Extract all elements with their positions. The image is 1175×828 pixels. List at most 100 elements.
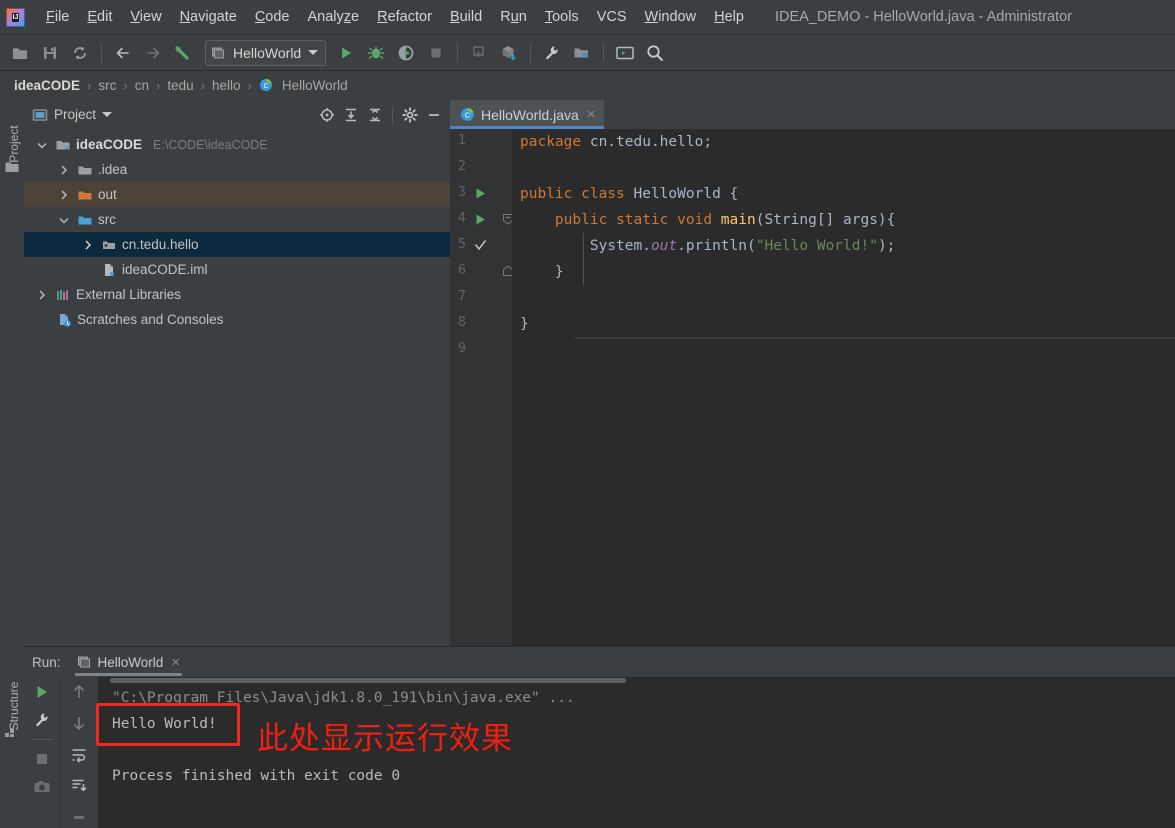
breadcrumb-item-1[interactable]: src [94, 78, 120, 93]
tree-row-idea[interactable]: .idea [24, 157, 450, 182]
tree-row-external-libraries[interactable]: External Libraries [24, 282, 450, 307]
chevron-down-icon[interactable] [102, 112, 113, 117]
menu-run[interactable]: Run [491, 6, 536, 28]
close-icon[interactable]: × [585, 107, 596, 122]
collapse-all-icon[interactable] [365, 105, 385, 125]
project-tool-window-icon[interactable] [4, 159, 20, 175]
refresh-icon[interactable] [66, 40, 94, 66]
menu-build[interactable]: Build [441, 6, 491, 28]
run-icon[interactable] [332, 40, 360, 66]
breadcrumb-item-4[interactable]: hello [208, 78, 245, 93]
tree-row-iml-file[interactable]: ideaCODE.iml [24, 257, 450, 282]
gutter-line: 1 [450, 129, 512, 155]
last-edit-location-icon[interactable] [169, 40, 197, 66]
rerun-icon[interactable] [31, 681, 53, 703]
annotation-text: 此处显示运行效果 [257, 721, 513, 757]
chevron-right-icon[interactable] [56, 162, 72, 178]
code-line-8: } [520, 311, 1175, 337]
toolbar-separator-2 [457, 43, 459, 62]
search-everywhere-icon[interactable] [641, 40, 669, 66]
editor-gutter[interactable]: 1 2 3 4 5 6 7 8 9 [450, 129, 513, 647]
editor-vertical-scrollbar[interactable] [1166, 129, 1175, 647]
chevron-down-icon[interactable] [56, 212, 72, 228]
arrow-right-icon[interactable] [139, 40, 167, 66]
breadcrumb-item-0[interactable]: ideaCODE [10, 78, 84, 93]
arrow-left-icon[interactable] [109, 40, 137, 66]
run-configuration-selector[interactable]: HelloWorld [205, 39, 327, 66]
terminal-icon[interactable] [611, 40, 639, 66]
scroll-to-end-icon[interactable] [68, 775, 90, 796]
expand-all-icon[interactable] [341, 105, 361, 125]
open-folder-icon[interactable] [6, 40, 34, 66]
app-logo-text: IJ [11, 12, 20, 22]
menu-code[interactable]: Code [246, 6, 299, 28]
menu-tools[interactable]: Tools [536, 6, 588, 28]
tab-helloworld-java[interactable]: C HelloWorld.java × [450, 100, 604, 129]
stop-icon [422, 40, 450, 66]
chevron-right-icon[interactable] [56, 187, 72, 203]
menu-window[interactable]: Window [636, 6, 706, 28]
build-artifact-icon[interactable] [495, 40, 523, 66]
structure-tool-window-icon[interactable] [4, 724, 20, 740]
chevron-right-icon[interactable] [80, 237, 96, 253]
menu-navigate[interactable]: Navigate [171, 6, 246, 28]
menu-refactor[interactable]: Refactor [368, 6, 441, 28]
token-plain: .println( [677, 238, 756, 254]
breadcrumb-item-3[interactable]: tedu [163, 78, 197, 93]
hide-panel-icon[interactable] [424, 105, 444, 125]
tree-label: src [98, 212, 116, 227]
menu-view[interactable]: View [121, 6, 170, 28]
java-class-icon: C [461, 108, 474, 121]
folder-source-icon [77, 212, 93, 228]
run-class-gutter-icon[interactable] [474, 187, 487, 200]
tree-row-src[interactable]: src [24, 207, 450, 232]
console-line-command: "C:\Program Files\Java\jdk1.8.0_191\bin\… [112, 690, 575, 706]
print-icon[interactable] [68, 807, 90, 828]
run-config-icon [212, 47, 224, 58]
menu-edit[interactable]: Edit [78, 6, 121, 28]
token-plain: System. [520, 238, 651, 254]
chevron-down-icon[interactable] [34, 137, 50, 153]
chevron-down-icon[interactable] [308, 50, 319, 55]
project-structure-icon[interactable] [568, 40, 596, 66]
run-method-gutter-icon[interactable] [474, 213, 487, 226]
wrench-settings-icon[interactable] [538, 40, 566, 66]
debug-bug-icon[interactable] [362, 40, 390, 66]
breadcrumb-item-2[interactable]: cn [131, 78, 153, 93]
menu-vcs[interactable]: VCS [588, 6, 636, 28]
arrow-up-icon[interactable] [68, 681, 90, 702]
run-with-coverage-icon[interactable] [392, 40, 420, 66]
tree-row-idea-code[interactable]: ideaCODE E:\CODE\ideaCODE [24, 132, 450, 157]
run-tab-underline [74, 673, 183, 676]
gutter-line: 5 [450, 233, 512, 259]
wrench-icon[interactable] [31, 709, 53, 731]
tree-label: External Libraries [76, 287, 182, 302]
menu-analyze[interactable]: Analyze [299, 6, 369, 28]
close-icon[interactable]: × [169, 655, 180, 670]
tree-row-package-cn-tedu-hello[interactable]: cn.tedu.hello [24, 232, 450, 257]
scroll-from-source-icon[interactable] [317, 105, 337, 125]
save-icon[interactable] [36, 40, 64, 66]
arrow-down-icon[interactable] [68, 712, 90, 733]
breadcrumb-item-5[interactable]: HelloWorld [278, 78, 352, 93]
run-tab-helloworld[interactable]: HelloWorld × [71, 648, 187, 676]
run-panel-horizontal-scrollbar[interactable] [110, 678, 626, 683]
run-tool-window: Run: HelloWorld × "C:\Program Files\Java… [24, 646, 1175, 828]
token-plain: } [520, 264, 564, 280]
soft-wrap-icon[interactable] [68, 744, 90, 765]
menu-file[interactable]: File [37, 6, 78, 28]
code-line-1: package cn.tedu.hello; [520, 129, 1175, 155]
code-text[interactable]: package cn.tedu.hello; public class Hell… [512, 129, 1175, 647]
tree-row-out[interactable]: out [24, 182, 450, 207]
code-editor[interactable]: 1 2 3 4 5 6 7 8 9 package cn.tedu.hello;… [450, 129, 1175, 647]
gear-settings-icon[interactable] [400, 105, 420, 125]
run-toolbar-primary [24, 677, 61, 828]
line-number: 6 [457, 262, 466, 278]
breadcrumb-sep: › [87, 77, 92, 93]
menu-help[interactable]: Help [705, 6, 753, 28]
tree-row-scratches-and-consoles[interactable]: Scratches and Consoles [24, 307, 450, 332]
chevron-right-icon[interactable] [34, 287, 50, 303]
